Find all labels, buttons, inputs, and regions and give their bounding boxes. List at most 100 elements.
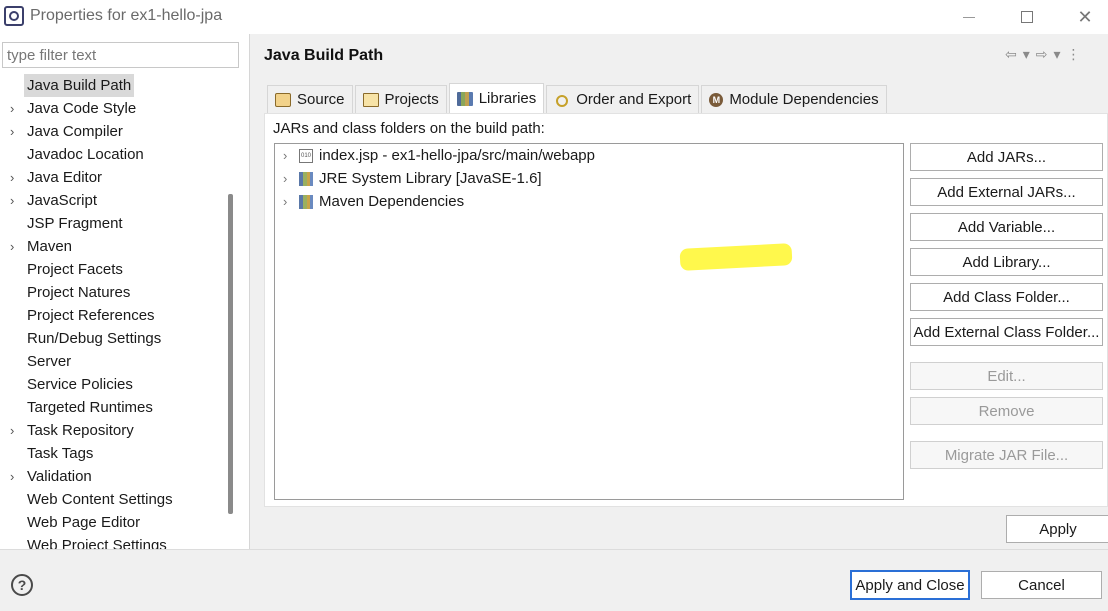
sidebar-item-maven[interactable]: › Maven (0, 235, 222, 258)
back-menu-chevron-icon[interactable]: ▾ (1023, 46, 1030, 63)
filter-input[interactable] (2, 42, 239, 68)
source-folder-icon (275, 92, 291, 107)
preferences-tree-pane: Java Build Path › Java Code Style › Java… (0, 34, 250, 554)
sidebar-item-label: Task Tags (27, 445, 94, 462)
sidebar-item-label: Server (27, 353, 72, 370)
sidebar-item-project-references[interactable]: Project References (0, 304, 222, 327)
forward-arrow-icon[interactable]: ⇨ (1036, 46, 1048, 63)
sidebar-item-label: Java Compiler (27, 123, 123, 140)
sidebar-item-run-debug-settings[interactable]: Run/Debug Settings (0, 327, 222, 350)
sidebar-item-java-editor[interactable]: › Java Editor (0, 166, 222, 189)
chevron-right-icon[interactable]: › (10, 120, 20, 143)
sidebar-item-task-repository[interactable]: › Task Repository (0, 419, 222, 442)
cancel-button[interactable]: Cancel (981, 571, 1102, 599)
tree-item-label: JRE System Library [JavaSE-1.6] (319, 170, 542, 187)
sidebar-item-java-compiler[interactable]: › Java Compiler (0, 120, 222, 143)
tab-label: Order and Export (576, 91, 692, 108)
sidebar-scrollbar[interactable] (228, 194, 233, 514)
sidebar-item-label: Maven (27, 238, 73, 255)
add-library-button[interactable]: Add Library... (910, 248, 1103, 276)
property-page-list: Java Build Path › Java Code Style › Java… (0, 74, 222, 557)
chevron-right-icon[interactable]: › (10, 189, 20, 212)
sidebar-item-java-build-path[interactable]: Java Build Path (0, 74, 222, 97)
chevron-right-icon[interactable]: › (283, 144, 287, 167)
library-icon (299, 195, 313, 209)
migrate-jar-file-button[interactable]: Migrate JAR File... (910, 441, 1103, 469)
tab-label: Source (297, 91, 345, 108)
libraries-icon (456, 91, 473, 106)
sidebar-item-label: Javadoc Location (27, 146, 144, 163)
tab-projects[interactable]: Projects (354, 85, 447, 113)
chevron-right-icon[interactable]: › (283, 167, 287, 190)
sidebar-item-project-facets[interactable]: Project Facets (0, 258, 222, 281)
tree-item-label: Maven Dependencies (319, 193, 465, 210)
chevron-right-icon[interactable]: › (10, 166, 20, 189)
jar-file-icon: 010 (299, 149, 313, 163)
sidebar-item-javadoc-location[interactable]: Javadoc Location (0, 143, 222, 166)
add-class-folder-button[interactable]: Add Class Folder... (910, 283, 1103, 311)
build-path-label: JARs and class folders on the build path… (273, 120, 545, 137)
sidebar-item-label: Java Editor (27, 169, 103, 186)
tab-libraries[interactable]: Libraries (448, 83, 545, 113)
add-external-class-folder-button[interactable]: Add External Class Folder... (910, 318, 1103, 346)
projects-icon (362, 92, 379, 107)
tab-source[interactable]: Source (267, 85, 353, 113)
order-export-icon (554, 93, 570, 107)
chevron-right-icon[interactable]: › (10, 235, 20, 258)
apply-and-close-button[interactable]: Apply and Close (850, 570, 970, 600)
view-menu-icon[interactable]: ⋮ (1067, 46, 1081, 63)
sidebar-item-web-page-editor[interactable]: Web Page Editor (0, 511, 222, 534)
back-arrow-icon[interactable]: ⇦ (1005, 46, 1017, 63)
sidebar-item-task-tags[interactable]: Task Tags (0, 442, 222, 465)
tab-module-dependencies[interactable]: M Module Dependencies (701, 85, 887, 113)
page-navigation: ⇦ ▾ ⇨ ▾ ⋮ (1005, 46, 1081, 63)
sidebar-item-targeted-runtimes[interactable]: Targeted Runtimes (0, 396, 222, 419)
tab-label: Libraries (478, 90, 537, 107)
chevron-right-icon[interactable]: › (10, 465, 20, 488)
chevron-right-icon[interactable]: › (10, 419, 20, 442)
sidebar-item-javascript[interactable]: › JavaScript (0, 189, 222, 212)
sidebar-item-jsp-fragment[interactable]: JSP Fragment (0, 212, 222, 235)
tree-item[interactable]: › JRE System Library [JavaSE-1.6] (275, 167, 903, 190)
apply-button[interactable]: Apply (1006, 515, 1108, 543)
dialog-button-bar: ? Apply and Close Cancel (0, 549, 1108, 611)
sidebar-item-server[interactable]: Server (0, 350, 222, 373)
close-icon[interactable]: ✕ (1062, 0, 1108, 34)
sidebar-item-label: Java Code Style (27, 100, 137, 117)
eclipse-app-icon (4, 6, 24, 26)
edit-button[interactable]: Edit... (910, 362, 1103, 390)
sidebar-item-label: Java Build Path (24, 74, 135, 97)
add-jars-button[interactable]: Add JARs... (910, 143, 1103, 171)
sidebar-item-service-policies[interactable]: Service Policies (0, 373, 222, 396)
tree-item[interactable]: › Maven Dependencies (275, 190, 903, 213)
page-title: Java Build Path (264, 47, 384, 64)
libraries-tab-content: JARs and class folders on the build path… (264, 113, 1108, 507)
tab-label: Projects (384, 91, 439, 108)
tab-label: Module Dependencies (729, 91, 879, 108)
build-path-tabs: Source Projects Libraries Order and Expo… (267, 83, 889, 113)
maximize-icon[interactable] (1004, 0, 1050, 34)
build-path-tree[interactable]: › 010 index.jsp - ex1-hello-jpa/src/main… (274, 143, 904, 500)
sidebar-item-web-content-settings[interactable]: Web Content Settings (0, 488, 222, 511)
add-variable-button[interactable]: Add Variable... (910, 213, 1103, 241)
sidebar-item-validation[interactable]: › Validation (0, 465, 222, 488)
sidebar-item-label: Web Page Editor (27, 514, 141, 531)
sidebar-item-label: Web Content Settings (27, 491, 173, 508)
remove-button[interactable]: Remove (910, 397, 1103, 425)
forward-menu-chevron-icon[interactable]: ▾ (1054, 46, 1061, 63)
add-external-jars-button[interactable]: Add External JARs... (910, 178, 1103, 206)
tab-order-and-export[interactable]: Order and Export (546, 85, 700, 113)
tree-item[interactable]: › 010 index.jsp - ex1-hello-jpa/src/main… (275, 144, 903, 167)
window-title: Properties for ex1-hello-jpa (30, 7, 223, 24)
help-icon[interactable]: ? (11, 574, 33, 596)
sidebar-item-label: Project Natures (27, 284, 131, 301)
chevron-right-icon[interactable]: › (283, 190, 287, 213)
sidebar-item-label: JSP Fragment (27, 215, 123, 232)
sidebar-item-project-natures[interactable]: Project Natures (0, 281, 222, 304)
sidebar-item-java-code-style[interactable]: › Java Code Style (0, 97, 222, 120)
sidebar-item-label: Project Facets (27, 261, 123, 278)
sidebar-item-label: Service Policies (27, 376, 133, 393)
chevron-right-icon[interactable]: › (10, 97, 20, 120)
minimize-icon[interactable] (946, 0, 992, 34)
module-icon: M (709, 92, 724, 107)
